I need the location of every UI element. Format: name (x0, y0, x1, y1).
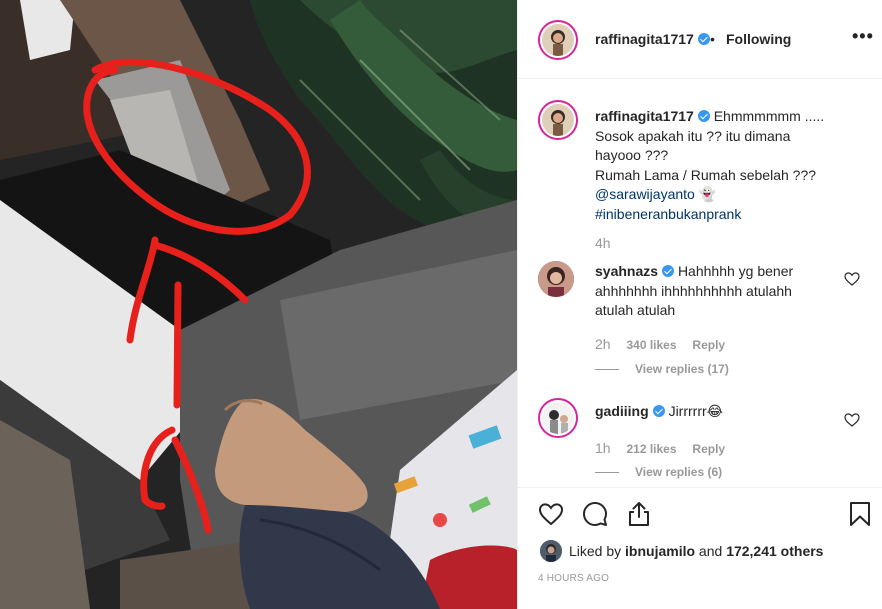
comment-line-1: Hahhhhh yg bener (677, 263, 794, 279)
caption-avatar[interactable] (538, 100, 578, 140)
caption-line-4: Rumah Lama / Rumah sebelah ??? (595, 166, 817, 183)
comment-icon[interactable] (582, 501, 608, 527)
author-username[interactable]: raffinagita1717 (595, 31, 694, 47)
comment-avatar-image (542, 402, 574, 434)
comment-like-heart-icon[interactable] (844, 271, 860, 287)
replies-divider (595, 472, 619, 474)
liked-by-avatar[interactable] (540, 540, 562, 562)
share-icon[interactable] (626, 501, 652, 527)
caption-hashtag[interactable]: #inibeneranbukanprank (595, 205, 865, 225)
caption-time[interactable]: 4h (595, 235, 611, 251)
caption-line-1: Ehmmmmmm ..... (713, 108, 825, 124)
ghost-emoji: 👻 (698, 186, 717, 202)
comment-like-heart-icon[interactable] (844, 412, 860, 428)
liked-by-count[interactable]: 172,241 others (726, 543, 823, 559)
post-caption: raffinagita1717 Ehmmmmmm ..... Sosok apa… (595, 107, 865, 224)
comment-avatar[interactable] (538, 261, 574, 297)
comment-line-2: ahhhhhhh ihhhhhhhhhh atulahh (595, 282, 792, 299)
caption-username[interactable]: raffinagita1717 (595, 108, 694, 124)
verified-badge-icon (697, 110, 710, 122)
caption-avatar-image (542, 104, 574, 136)
comment-line-1: Jirrrrrr😂 (668, 403, 724, 419)
post-header: raffinagita1717 • Following ••• (518, 0, 882, 79)
liked-by-prefix: Liked by (569, 543, 626, 559)
bookmark-icon[interactable] (847, 501, 873, 527)
comment-likes[interactable]: 212 likes (626, 442, 676, 456)
verified-badge-icon (652, 405, 665, 417)
heart-icon[interactable] (538, 501, 564, 527)
replies-divider (595, 369, 619, 371)
liked-by-user[interactable]: ibnujamilo (625, 543, 695, 559)
liked-by-avatar-image (540, 540, 562, 562)
view-replies-label: View replies (6) (635, 465, 723, 479)
post-actions: Liked by ibnujamilo and 172,241 others 4… (518, 487, 882, 609)
comment-text: gadiiing Jirrrrrr😂 (595, 402, 835, 422)
author-avatar[interactable] (538, 20, 578, 60)
verified-badge-icon (662, 265, 675, 277)
post-image (0, 0, 517, 609)
separator-dot: • (710, 31, 715, 47)
comment-meta: 1h 212 likes Reply (595, 440, 725, 456)
post-photo[interactable] (0, 0, 517, 609)
comment-time[interactable]: 1h (595, 440, 611, 456)
author-username-row[interactable]: raffinagita1717 (595, 31, 710, 47)
post-sidebar: raffinagita1717 • Following ••• raffinag… (517, 0, 882, 609)
comment-text: syahnazs Hahhhhh yg bener ahhhhhhh ihhhh… (595, 262, 835, 321)
caption-line-3: hayooo ??? (595, 147, 669, 163)
comment-avatar[interactable] (538, 398, 578, 438)
caption-mention[interactable]: @sarawijayanto (595, 186, 695, 202)
comment-username[interactable]: syahnazs (595, 263, 658, 279)
view-replies-label: View replies (17) (635, 362, 729, 376)
comment-avatar-image (538, 261, 574, 297)
post-timestamp[interactable]: 4 HOURS AGO (538, 573, 609, 584)
view-replies-button[interactable]: View replies (6) (595, 465, 722, 479)
liked-by-and: and (695, 543, 727, 559)
reply-button[interactable]: Reply (692, 442, 725, 456)
verified-badge-icon (697, 33, 710, 45)
more-options-icon[interactable]: ••• (852, 26, 874, 47)
liked-by-text: Liked by ibnujamilo and 172,241 others (569, 543, 823, 559)
comment-line-3: atulah atulah (595, 302, 676, 318)
author-avatar-image (542, 24, 574, 56)
comment-username[interactable]: gadiiing (595, 403, 649, 419)
comment-likes[interactable]: 340 likes (626, 338, 676, 352)
caption-line-2: Sosok apakah itu ?? itu dimana (595, 127, 791, 144)
reply-button[interactable]: Reply (692, 338, 725, 352)
comment-time[interactable]: 2h (595, 336, 611, 352)
following-button[interactable]: Following (726, 31, 791, 47)
view-replies-button[interactable]: View replies (17) (595, 362, 729, 376)
comment-meta: 2h 340 likes Reply (595, 336, 725, 352)
